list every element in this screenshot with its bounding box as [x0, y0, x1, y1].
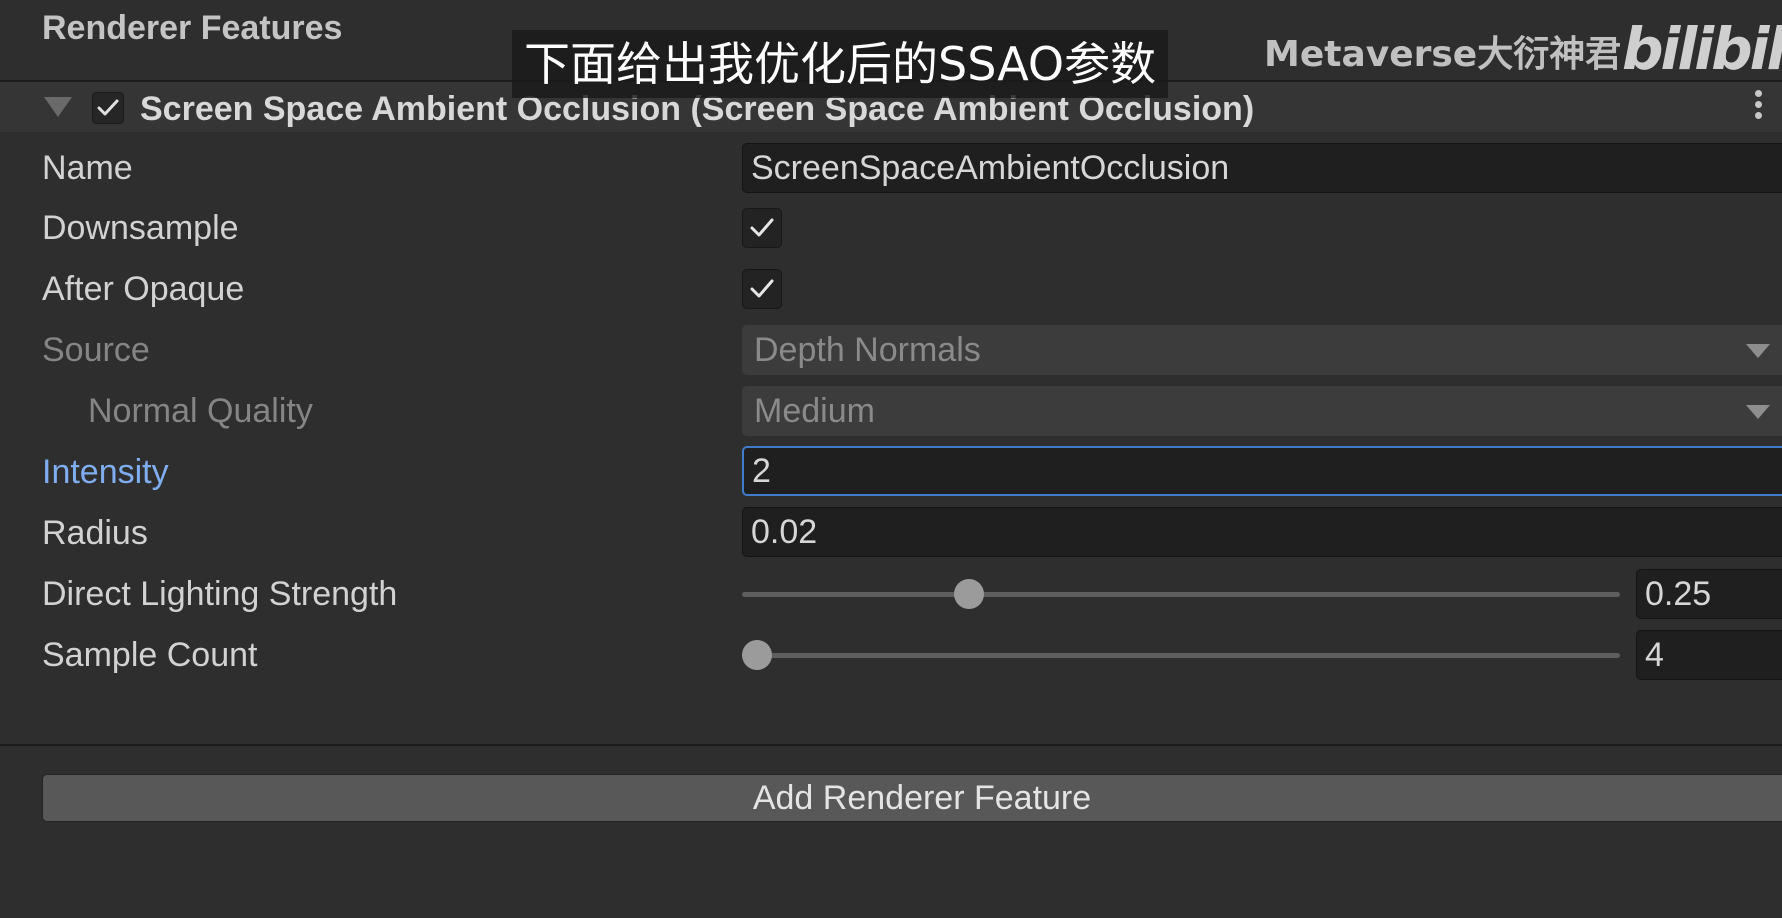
slider-handle[interactable]: [742, 640, 772, 670]
name-field[interactable]: ScreenSpaceAmbientOcclusion: [742, 143, 1782, 193]
intensity-label: Intensity: [42, 453, 169, 491]
downsample-label: Downsample: [42, 209, 239, 247]
normal-quality-label: Normal Quality: [88, 392, 313, 430]
checkmark-icon: [97, 99, 119, 116]
section-title: Renderer Features: [42, 9, 343, 47]
dropdown-caret-icon: [1746, 344, 1770, 358]
direct-lighting-strength-label: Direct Lighting Strength: [42, 575, 398, 613]
radius-field[interactable]: 0.02: [742, 507, 1782, 557]
video-subtitle: 下面给出我优化后的SSAO参数: [512, 30, 1169, 98]
add-renderer-feature-button[interactable]: Add Renderer Feature: [42, 774, 1782, 822]
source-dropdown[interactable]: Depth Normals: [742, 325, 1782, 375]
checkmark-icon: [750, 218, 774, 237]
intensity-field[interactable]: 2: [742, 446, 1782, 496]
dropdown-caret-icon: [1746, 405, 1770, 419]
slider-handle[interactable]: [954, 579, 984, 609]
sample-count-label: Sample Count: [42, 636, 258, 674]
normal-quality-dropdown[interactable]: Medium: [742, 386, 1782, 436]
radius-label: Radius: [42, 514, 148, 552]
sample-count-slider[interactable]: [742, 640, 1620, 670]
name-label: Name: [42, 149, 133, 187]
sample-count-field[interactable]: 4: [1636, 630, 1782, 680]
direct-lighting-strength-slider[interactable]: [742, 579, 1620, 609]
after-opaque-checkbox[interactable]: [742, 269, 782, 309]
watermark-text: Metaverse大衍神君: [1264, 34, 1622, 75]
component-enabled-toggle[interactable]: [92, 92, 124, 124]
checkmark-icon: [750, 279, 774, 298]
bottom-divider: [0, 744, 1782, 746]
downsample-checkbox[interactable]: [742, 208, 782, 248]
after-opaque-label: After Opaque: [42, 270, 245, 308]
direct-lighting-strength-field[interactable]: 0.25: [1636, 569, 1782, 619]
bilibili-logo: bilibili: [1622, 15, 1782, 83]
foldout-triangle-icon[interactable]: [44, 97, 72, 117]
source-label: Source: [42, 331, 150, 369]
kebab-menu-icon[interactable]: [1746, 90, 1770, 130]
